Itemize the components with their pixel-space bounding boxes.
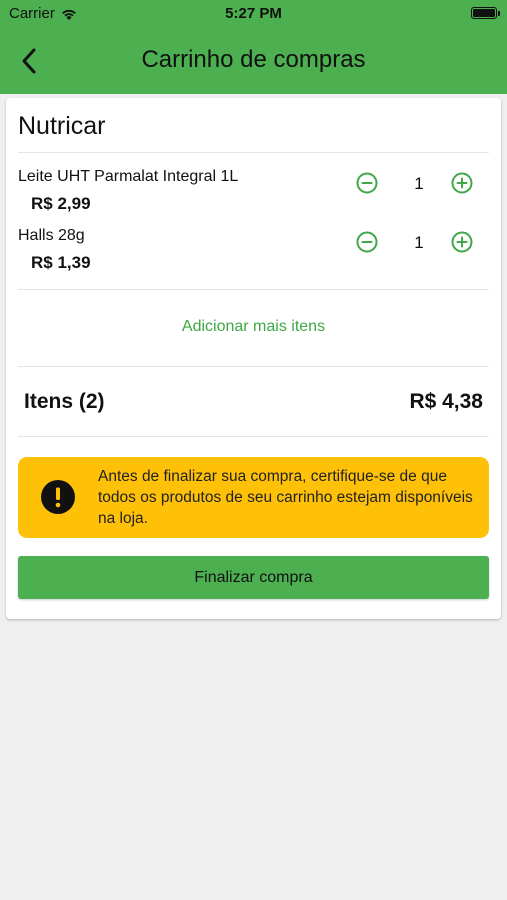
divider <box>18 366 489 367</box>
finalize-purchase-button[interactable]: Finalizar compra <box>18 556 489 599</box>
add-more-items-link[interactable]: Adicionar mais itens <box>6 318 501 336</box>
decrease-quantity-button[interactable] <box>354 170 380 196</box>
cart-card: Nutricar Leite UHT Parmalat Integral 1L … <box>6 98 501 619</box>
clock: 5:27 PM <box>225 5 282 22</box>
cart-item: Leite UHT Parmalat Integral 1L R$ 2,99 1 <box>18 168 489 218</box>
divider <box>18 289 489 290</box>
decrease-quantity-button[interactable] <box>354 229 380 255</box>
quantity-stepper: 1 <box>353 229 483 259</box>
cart-item: Halls 28g R$ 1,39 1 <box>18 227 489 277</box>
warning-text: Antes de finalizar sua compra, certifiqu… <box>98 468 473 527</box>
increase-quantity-button[interactable] <box>449 229 475 255</box>
item-name: Halls 28g <box>18 227 85 244</box>
divider <box>18 152 489 153</box>
quantity-value: 1 <box>414 233 424 252</box>
quantity-stepper: 1 <box>353 170 483 200</box>
quantity-value: 1 <box>414 174 424 193</box>
exclamation-icon <box>41 480 75 514</box>
increase-quantity-button[interactable] <box>449 170 475 196</box>
items-count-label: Itens (2) <box>24 390 105 413</box>
status-bar: Carrier 5:27 PM <box>0 0 507 28</box>
cart-total: R$ 4,38 <box>409 390 483 413</box>
divider <box>18 436 489 437</box>
item-price: R$ 2,99 <box>31 194 91 213</box>
store-name: Nutricar <box>18 112 106 140</box>
item-price: R$ 1,39 <box>31 253 91 272</box>
availability-warning: Antes de finalizar sua compra, certifiqu… <box>18 457 489 538</box>
page-title: Carrinho de compras <box>141 46 366 73</box>
app-header: Carrier 5:27 PM Carrinho de compras <box>0 0 507 94</box>
battery-icon <box>471 7 500 19</box>
item-name: Leite UHT Parmalat Integral 1L <box>18 168 239 185</box>
